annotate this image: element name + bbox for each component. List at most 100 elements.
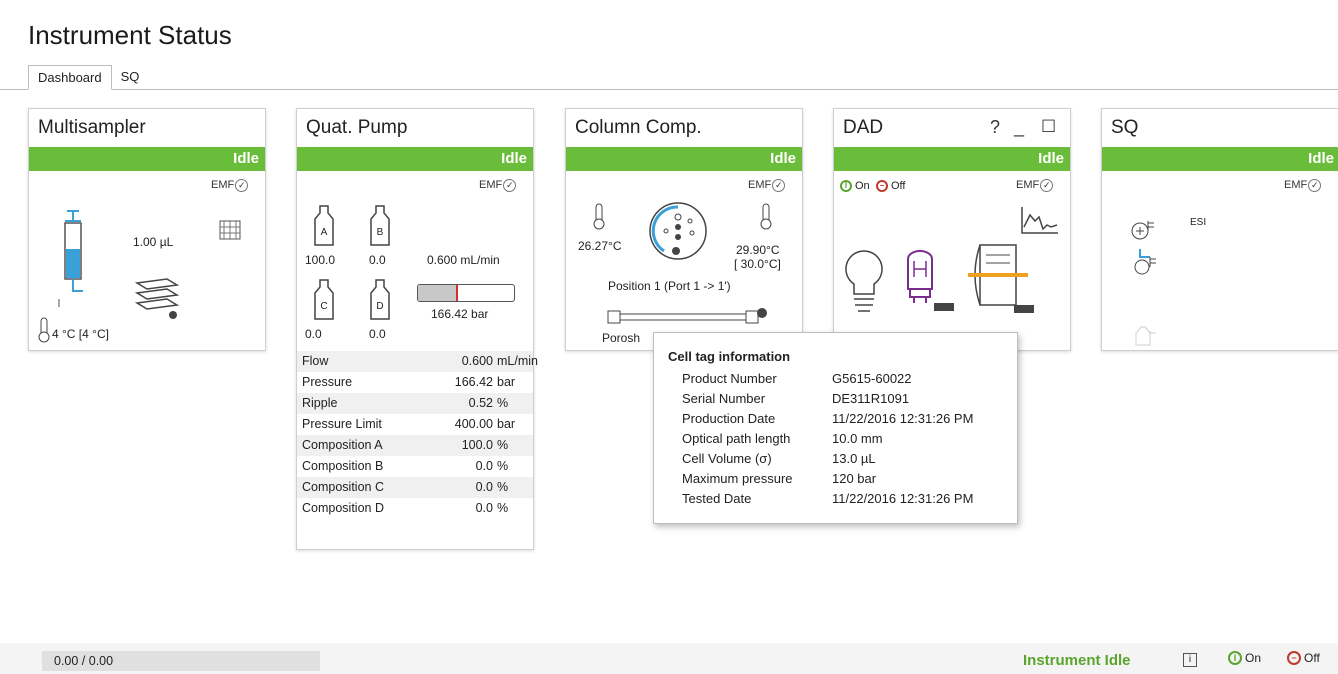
table-row: Pressure Limit 400.00 bar (297, 414, 533, 435)
param-unit: mL/min (497, 354, 538, 368)
dad-title: DAD (843, 117, 884, 138)
table-row: Pressure 166.42 bar (297, 372, 533, 393)
param-value: 0.52 (468, 396, 493, 410)
param-value: 166.42 (454, 375, 493, 389)
valve-position: Position 1 (Port 1 -> 1') (608, 279, 731, 293)
param-value: 0.0 (475, 459, 493, 473)
column-comp-status: Idle (566, 147, 802, 171)
on-label: On (1245, 651, 1262, 665)
param-key: Pressure (302, 375, 353, 389)
tooltip-key: Maximum pressure (682, 471, 793, 486)
tooltip-row: Product Number G5615-60022 (682, 371, 1012, 391)
maximize-icon[interactable]: ☐ (1041, 117, 1056, 137)
well-plate-stack-icon (134, 278, 180, 319)
tooltip-row: Maximum pressure 120 bar (682, 471, 1012, 491)
tooltip-row: Serial Number DE311R1091 (682, 391, 1012, 411)
instrument-on-button[interactable]: I On (1228, 651, 1261, 665)
emf-indicator: EMF ✓ (211, 179, 249, 192)
check-icon: ✓ (503, 179, 517, 192)
bottle-c-label: C (320, 301, 327, 312)
off-label: Off (1304, 651, 1320, 665)
solvent-bottle-b-icon: B (370, 205, 390, 246)
spectrum-icon[interactable] (1020, 205, 1060, 235)
sq-card[interactable]: SQ Idle EMF ✓ ESI (1101, 108, 1338, 351)
param-unit: % (497, 438, 509, 452)
power-on-icon: I (840, 180, 852, 192)
tab-bar: Dashboard SQ (28, 64, 148, 90)
instrument-off-button[interactable]: − Off (1287, 651, 1320, 665)
check-icon: ✓ (1308, 179, 1322, 192)
multisampler-title: Multisampler (38, 117, 146, 138)
check-icon: ✓ (235, 179, 249, 192)
bottle-a-label: A (321, 227, 328, 238)
multisampler-card[interactable]: Multisampler Idle EMF ✓ 1.00 µL 4 °C [4 °… (28, 108, 266, 351)
table-row: Composition A 100.0% (297, 435, 533, 456)
emf-indicator: EMF ✓ (1016, 179, 1054, 192)
power-on-icon: I (1228, 651, 1242, 665)
quat-pump-card[interactable]: Quat. Pump Idle EMF ✓ A B 100.0 0.0 0.600… (296, 108, 538, 550)
quat-pump-title: Quat. Pump (306, 117, 408, 138)
tooltip-value: DE311R1091 (832, 391, 910, 406)
column-valve-icon[interactable] (646, 199, 710, 263)
column-comp-card[interactable]: Column Comp. Idle EMF ✓ 26.27°C 29.90°C [… (565, 108, 803, 351)
table-row: Composition B 0.0% (297, 456, 533, 477)
sq-status: Idle (1102, 147, 1338, 171)
lamp-bulb-icon (845, 250, 883, 312)
right-temperature: 29.90°C (736, 243, 780, 257)
run-progress: 0.00 / 0.00 (42, 651, 320, 671)
tab-divider (0, 89, 1338, 90)
param-unit: % (497, 459, 509, 473)
param-key: Composition B (302, 459, 384, 473)
param-key: Composition C (302, 480, 384, 494)
param-unit: % (497, 396, 509, 410)
tab-sq[interactable]: SQ (112, 65, 149, 90)
instrument-status: Instrument Idle (1023, 652, 1131, 669)
minimize-icon[interactable]: _ (1014, 117, 1024, 138)
dad-card[interactable]: DAD ? _ ☐ Idle I On − Off EMF ✓ (833, 108, 1071, 351)
solvent-bottle-a-icon: A (314, 205, 334, 246)
table-row: Flow 0.600 mL/min (297, 351, 538, 372)
solvent-bottle-c-icon: C (314, 279, 334, 320)
check-icon: ✓ (772, 179, 786, 192)
tooltip-value: 10.0 mm (832, 431, 883, 446)
param-key: Composition D (302, 501, 384, 515)
column-name: Porosh (602, 331, 641, 345)
vacuum-icon (1135, 326, 1156, 346)
help-icon[interactable]: ? (990, 117, 1000, 138)
status-footer: 0.00 / 0.00 Instrument Idle i I On − Off (0, 643, 1338, 674)
column-comp-title: Column Comp. (575, 117, 702, 138)
tooltip-value: G5615-60022 (832, 371, 912, 386)
flow-cell-icon[interactable] (966, 239, 1044, 319)
bottle-b-label: B (377, 227, 384, 238)
check-icon: ✓ (1040, 179, 1054, 192)
tooltip-value: 11/22/2016 12:31:26 PM (832, 411, 974, 426)
dad-status: Idle (834, 147, 1070, 171)
pressure-gauge (417, 284, 515, 302)
emf-indicator: EMF ✓ (1284, 179, 1322, 192)
param-key: Composition A (302, 438, 383, 452)
tooltip-key: Optical path length (682, 431, 791, 446)
table-row: Composition D 0.0% (297, 498, 533, 519)
bottle-c-value: 0.0 (305, 327, 322, 341)
info-icon[interactable]: i (1183, 653, 1197, 667)
pump-parameter-table: Flow 0.600 mL/min Pressure 166.42 bar Ripple… (297, 351, 538, 519)
param-value: 0.0 (475, 501, 493, 515)
table-row: Ripple 0.52% (297, 393, 533, 414)
sq-title: SQ (1111, 117, 1139, 138)
ion-source-label: ESI (1190, 217, 1207, 228)
param-key: Flow (302, 354, 329, 368)
tab-dashboard[interactable]: Dashboard (28, 65, 112, 90)
multisampler-status: Idle (29, 147, 265, 171)
dad-lamp-off-button[interactable]: − Off (876, 180, 905, 192)
pressure-gauge-fill (418, 285, 459, 301)
param-value: 0.0 (475, 480, 493, 494)
esi-source-icon (1131, 221, 1154, 240)
dad-lamp-on-button[interactable]: I On (840, 180, 870, 192)
off-label: Off (891, 180, 906, 192)
syringe-icon (58, 210, 83, 307)
solvent-bottle-d-icon: D (370, 279, 390, 320)
param-value: 0.600 (461, 354, 493, 368)
tooltip-key: Tested Date (682, 491, 752, 506)
tooltip-row: Tested Date 11/22/2016 12:31:26 PM (682, 491, 1012, 511)
tooltip-key: Serial Number (682, 391, 766, 406)
